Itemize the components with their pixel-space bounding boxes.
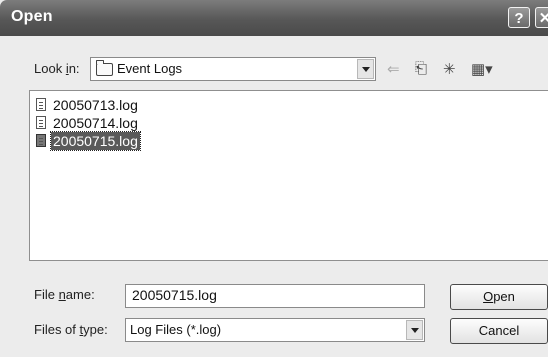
cancel-button[interactable]: Cancel (450, 318, 548, 344)
open-dialog: Open ? ✕ Look in: Event Logs ⇐ ⎗ ✳ ▦▾ 20… (0, 0, 548, 357)
file-icon (36, 116, 46, 129)
file-name-value: 20050715.log (132, 287, 217, 303)
back-icon[interactable]: ⇐ (387, 60, 400, 78)
look-in-label: Look in: (34, 61, 80, 76)
views-menu-icon[interactable]: ▦▾ (471, 60, 493, 78)
new-folder-icon[interactable]: ✳ (443, 60, 456, 78)
file-icon (36, 134, 46, 147)
look-in-dropdown[interactable]: Event Logs (90, 57, 376, 81)
help-button[interactable]: ? (508, 7, 530, 28)
up-folder-icon[interactable]: ⎗ (415, 60, 427, 77)
file-type-dropdown[interactable]: Log Files (*.log) (125, 318, 425, 342)
chevron-down-icon[interactable] (406, 320, 423, 340)
file-type-value: Log Files (*.log) (130, 322, 222, 337)
file-name: 20050713.log (53, 97, 138, 113)
close-button[interactable]: ✕ (535, 7, 548, 28)
file-type-label: Files of type: (34, 322, 108, 337)
look-in-value: Event Logs (117, 61, 183, 76)
chevron-down-icon[interactable] (357, 59, 374, 79)
file-list[interactable]: 20050713.log 20050714.log 20050715.log (29, 90, 548, 261)
file-name-label: File name: (34, 287, 95, 302)
file-name: 20050715.log (50, 131, 141, 151)
file-name-input[interactable]: 20050715.log (125, 284, 425, 308)
file-icon (36, 98, 46, 111)
open-button[interactable]: Open (450, 284, 548, 310)
title-bar[interactable]: Open ? ✕ (0, 0, 548, 36)
file-name: 20050714.log (53, 115, 138, 131)
folder-icon (96, 60, 113, 76)
window-title: Open (11, 8, 53, 25)
